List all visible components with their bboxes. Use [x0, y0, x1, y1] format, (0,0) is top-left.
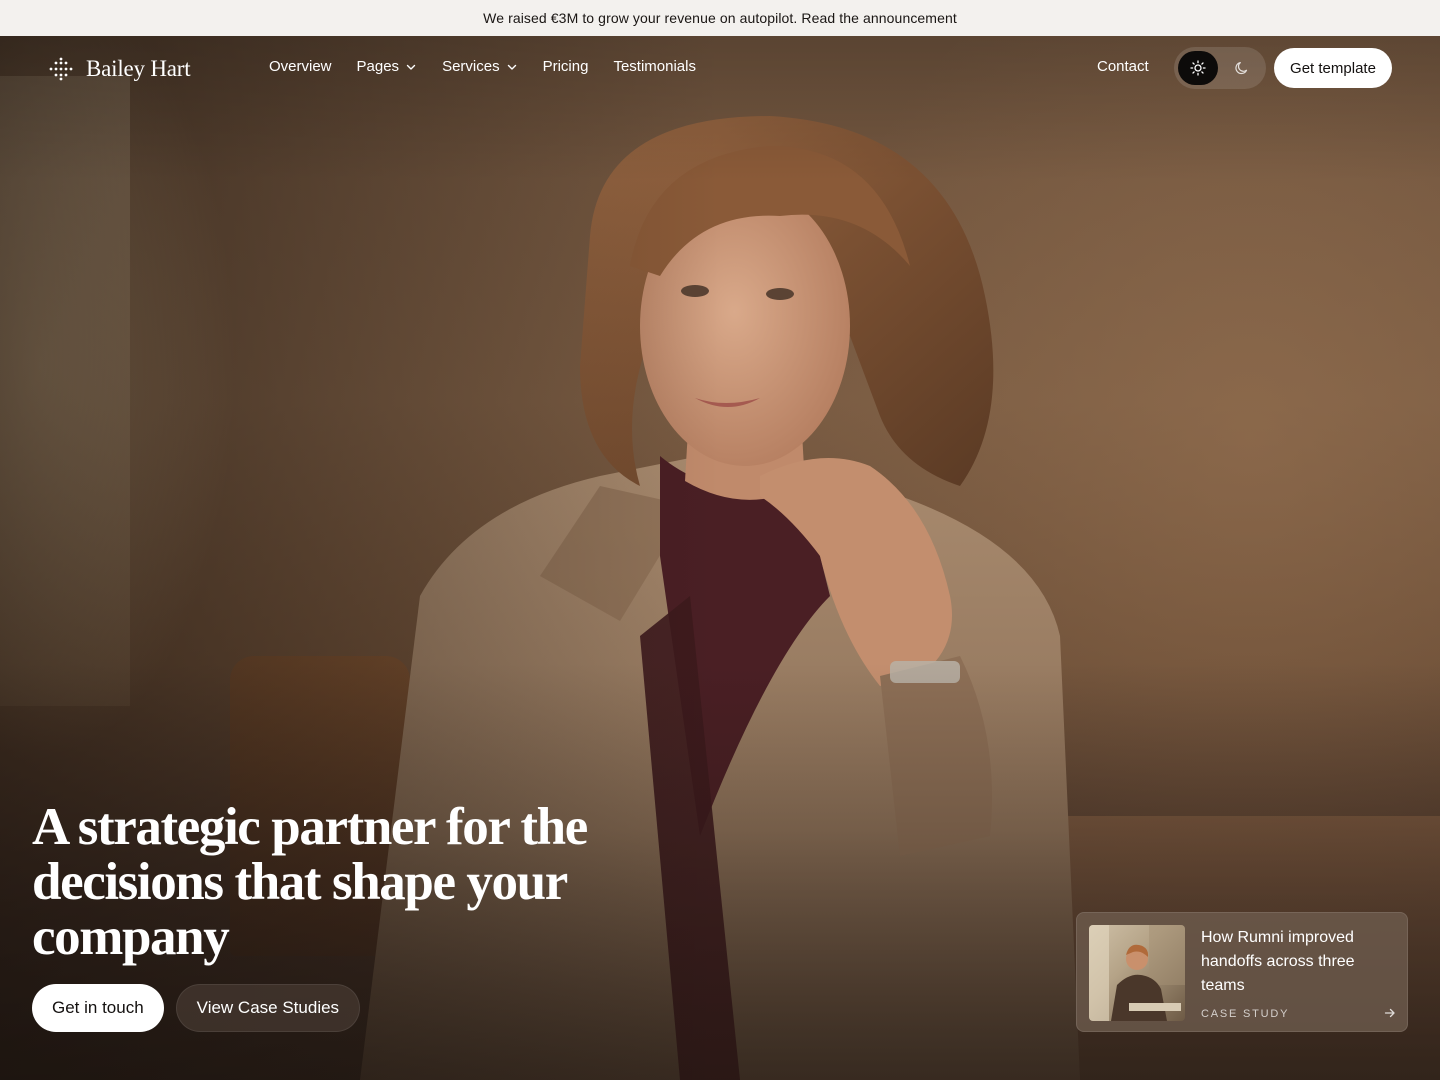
- light-mode-button[interactable]: [1178, 51, 1218, 85]
- arrow-right-icon[interactable]: [1383, 1006, 1397, 1020]
- nav-link-label: Testimonials: [613, 58, 696, 75]
- dots-grid-icon: [49, 57, 73, 81]
- nav-link-label: Contact: [1097, 58, 1149, 75]
- theme-toggle[interactable]: [1174, 47, 1266, 89]
- nav-link-pages[interactable]: Pages: [357, 58, 418, 75]
- nav-link-testimonials[interactable]: Testimonials: [613, 58, 696, 75]
- get-in-touch-button[interactable]: Get in touch: [32, 984, 164, 1032]
- nav-link-pricing[interactable]: Pricing: [543, 58, 589, 75]
- nav-link-label: Pricing: [542, 58, 589, 75]
- hero-cta-row: Get in touch View Case Studies: [32, 984, 361, 1032]
- case-study-label: CASE STUDY: [1201, 1008, 1290, 1020]
- nav-link-label: Pages: [356, 58, 400, 75]
- case-study-thumbnail: [1089, 925, 1185, 1021]
- chevron-down-icon: [507, 64, 516, 70]
- dark-mode-button[interactable]: [1222, 51, 1262, 85]
- case-study-title: How Rumni improved handoffs across three…: [1201, 929, 1355, 994]
- chevron-down-icon: [406, 64, 416, 70]
- announcement-text[interactable]: We raised €3M to grow your revenue on au…: [483, 10, 957, 26]
- sun-icon: [1190, 60, 1206, 76]
- nav-links: Overview Pages Services Pricing Testimon…: [269, 58, 696, 75]
- view-case-studies-button[interactable]: View Case Studies: [175, 984, 361, 1032]
- hero-headline: A strategic partner for the decisions th…: [32, 798, 588, 966]
- nav-link-label: Overview: [269, 58, 332, 75]
- get-template-button[interactable]: Get template: [1274, 48, 1392, 88]
- case-study-card[interactable]: How Rumni improved handoffs across three…: [1076, 912, 1408, 1032]
- announcement-bar[interactable]: We raised €3M to grow your revenue on au…: [0, 0, 1440, 36]
- brand-name: Bailey Hart: [86, 56, 191, 81]
- case-study-photo: [1089, 925, 1185, 1021]
- nav-link-services[interactable]: Services: [442, 58, 518, 75]
- nav-link-overview[interactable]: Overview: [269, 58, 332, 75]
- moon-icon: [1235, 62, 1248, 75]
- navbar: Bailey Hart Overview Pages Services Pric…: [0, 36, 1440, 100]
- brand-logo[interactable]: Bailey Hart: [48, 54, 191, 84]
- nav-link-contact[interactable]: Contact: [1097, 58, 1149, 75]
- nav-link-label: Services: [442, 58, 500, 75]
